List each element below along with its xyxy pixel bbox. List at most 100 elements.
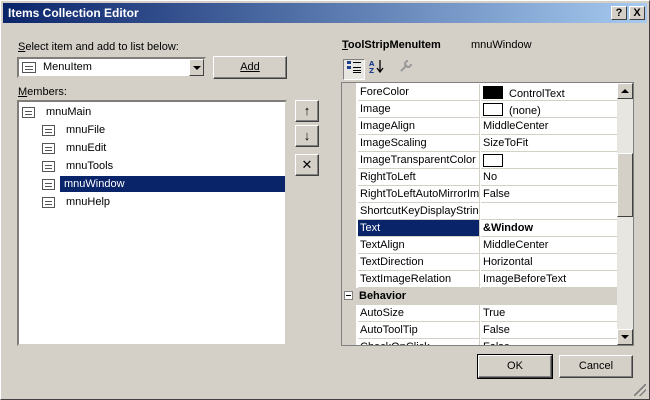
color-swatch	[483, 103, 503, 116]
property-name: Text	[358, 220, 480, 237]
selected-type-label: ToolStripMenuItem	[342, 39, 441, 51]
property-name: AutoToolTip	[358, 322, 480, 339]
add-button[interactable]: Add	[213, 56, 287, 79]
cancel-button[interactable]: Cancel	[559, 355, 633, 378]
property-row[interactable]: ShortcutKeyDisplayString	[342, 203, 618, 220]
property-value[interactable]: True	[481, 305, 618, 322]
property-row[interactable]: TextAlign MiddleCenter	[342, 237, 618, 254]
property-value[interactable]: No	[481, 169, 618, 186]
menu-item-icon	[42, 125, 55, 136]
property-row[interactable]: CheckOnClickFalse	[342, 339, 618, 345]
move-down-button[interactable]: ↓	[295, 125, 319, 147]
property-name: ImageScaling	[358, 135, 480, 152]
property-row[interactable]: AutoSize True	[342, 305, 618, 322]
wrench-icon[interactable]	[395, 59, 417, 80]
property-value[interactable]: ImageBeforeText	[481, 271, 618, 288]
property-name: TextDirection	[358, 254, 480, 271]
scroll-up-icon[interactable]	[617, 83, 633, 99]
scroll-thumb[interactable]	[617, 153, 633, 217]
property-name: CheckOnClick	[358, 339, 480, 345]
title-bar: Items Collection Editor ? X	[3, 3, 647, 23]
property-row[interactable]: AutoToolTip False	[342, 322, 618, 339]
members-tree[interactable]: mnuMain mnuFile mnuEdit mnuTools mnuWind…	[17, 100, 287, 346]
property-row[interactable]: RightToLeftAutoMirrorIm False	[342, 186, 618, 203]
chevron-down-icon[interactable]	[189, 59, 204, 76]
close-button[interactable]: X	[629, 6, 645, 20]
property-value[interactable]: False	[481, 322, 618, 339]
property-value[interactable]: False	[481, 186, 618, 203]
property-value[interactable]: SizeToFit	[481, 135, 618, 152]
property-name: RightToLeft	[358, 169, 480, 186]
property-value-text: &Window	[483, 222, 533, 234]
menu-item-icon	[42, 143, 55, 154]
property-row[interactable]: ForeColor ControlText	[342, 84, 618, 101]
property-name: TextAlign	[358, 237, 480, 254]
property-row[interactable]: RightToLeft No	[342, 169, 618, 186]
move-up-button[interactable]: ↑	[295, 100, 319, 122]
property-row[interactable]: ImageTransparentColor	[342, 152, 618, 169]
menu-item-icon	[42, 161, 55, 172]
property-value[interactable]: False	[481, 339, 618, 345]
property-value-text: No	[483, 171, 498, 183]
resize-grip-icon[interactable]	[634, 384, 646, 396]
property-value-text: False	[483, 188, 510, 200]
property-value[interactable]	[481, 203, 618, 220]
ok-button[interactable]: OK	[477, 354, 553, 379]
menu-strip-icon	[22, 107, 35, 118]
category-row[interactable]: Behavior	[342, 288, 618, 305]
property-row[interactable]: Text &Window	[342, 220, 618, 237]
tree-item-mnuWindow[interactable]: mnuWindow	[42, 176, 285, 194]
category-label: Behavior	[359, 290, 407, 302]
property-value-text: MiddleCenter	[483, 120, 549, 132]
property-grid-toolbar: AZ	[341, 58, 633, 82]
select-item-label: Select item and add to list below:	[18, 41, 179, 53]
property-grid-scrollbar[interactable]	[617, 83, 633, 345]
property-name: TextImageRelation	[358, 271, 480, 288]
property-value[interactable]: &Window	[481, 220, 618, 237]
delete-button[interactable]: ✕	[295, 154, 319, 176]
property-grid[interactable]: ForeColor ControlText Image (none) ImageAlig…	[341, 82, 634, 346]
property-value[interactable]	[481, 152, 618, 169]
property-row[interactable]: TextDirection Horizontal	[342, 254, 618, 271]
property-value[interactable]: (none)	[481, 101, 618, 118]
property-value[interactable]: MiddleCenter	[481, 118, 618, 135]
window-title: Items Collection Editor	[8, 6, 139, 20]
property-name: ShortcutKeyDisplayString	[358, 203, 480, 220]
collapse-icon[interactable]	[344, 291, 353, 300]
property-value-text: ControlText	[509, 88, 565, 100]
item-type-combobox[interactable]: MenuItem	[17, 57, 206, 78]
selected-object-name: mnuWindow	[471, 39, 532, 51]
property-value[interactable]: Horizontal	[481, 254, 618, 271]
property-name: Image	[358, 101, 480, 118]
property-value-text: SizeToFit	[483, 137, 529, 149]
property-row[interactable]: TextImageRelation ImageBeforeText	[342, 271, 618, 288]
property-value-text: True	[483, 307, 506, 319]
combo-value: MenuItem	[43, 61, 92, 73]
color-swatch	[483, 154, 503, 167]
property-name: ForeColor	[358, 84, 480, 101]
menu-item-icon	[42, 197, 55, 208]
property-value[interactable]: ControlText	[481, 84, 618, 101]
property-value-text: False	[483, 341, 510, 345]
property-row[interactable]: Image (none)	[342, 101, 618, 118]
alphabetical-icon[interactable]: AZ	[366, 59, 388, 80]
help-button[interactable]: ?	[611, 6, 627, 20]
members-label: Members:	[18, 86, 67, 98]
property-name: RightToLeftAutoMirrorIm	[358, 186, 480, 203]
property-name: ImageAlign	[358, 118, 480, 135]
scroll-down-icon[interactable]	[617, 329, 633, 345]
svg-text:Z: Z	[369, 67, 374, 73]
property-row[interactable]: ImageScaling SizeToFit	[342, 135, 618, 152]
items-collection-editor-dialog: Items Collection Editor ? X Select item …	[0, 0, 650, 400]
property-value-text: Horizontal	[483, 256, 533, 268]
property-name: ImageTransparentColor	[358, 152, 480, 169]
property-value-text: MiddleCenter	[483, 239, 549, 251]
property-row[interactable]: ImageAlign MiddleCenter	[342, 118, 618, 135]
property-name: AutoSize	[358, 305, 480, 322]
property-value-text: (none)	[509, 105, 541, 117]
property-value[interactable]: MiddleCenter	[481, 237, 618, 254]
color-swatch	[483, 86, 503, 99]
property-value-text: ImageBeforeText	[483, 273, 567, 285]
menu-item-icon	[42, 179, 55, 190]
categorized-icon[interactable]	[343, 59, 365, 80]
